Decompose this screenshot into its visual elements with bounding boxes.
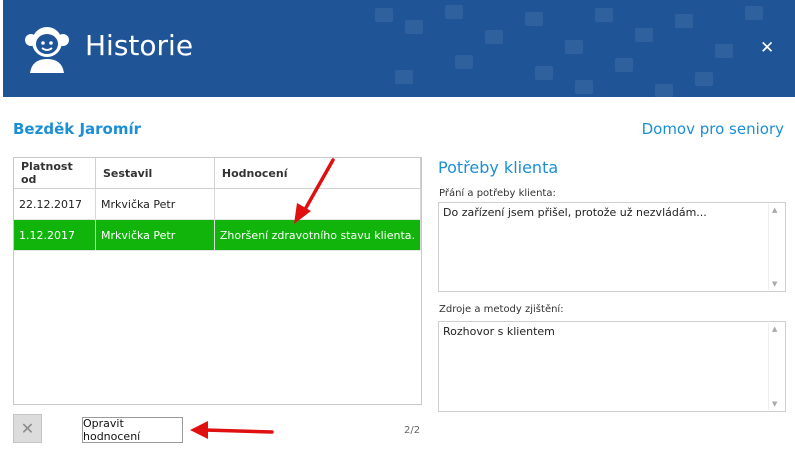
table-header-row: Platnost od Sestavil Hodnocení <box>14 158 422 189</box>
close-icon[interactable]: ✕ <box>760 38 774 58</box>
fix-evaluation-button[interactable]: Opravit hodnocení <box>82 417 183 443</box>
client-name: Bezděk Jaromír <box>13 120 142 138</box>
history-table: Platnost od Sestavil Hodnocení 22.12.201… <box>13 157 422 405</box>
cell-evaluation: Zhoršení zdravotního stavu klienta. <box>214 219 422 251</box>
sources-scrollbar[interactable]: ▲ ▼ <box>768 323 784 410</box>
cell-evaluation <box>214 188 422 220</box>
page-indicator: 2/2 <box>404 425 421 436</box>
title-bar-pattern <box>335 0 795 97</box>
wishes-value: Do zařízení jsem přišel, protože už nezv… <box>443 206 707 219</box>
column-header-sestavil[interactable]: Sestavil <box>95 158 215 189</box>
delete-button[interactable]: ✕ <box>13 414 42 443</box>
column-header-hodnoceni[interactable]: Hodnocení <box>214 158 422 189</box>
table-row-selected[interactable]: 1.12.2017 Mrkvička Petr Zhoršení zdravot… <box>14 219 422 251</box>
title-bar: Historie ✕ <box>3 0 795 97</box>
wishes-scrollbar[interactable]: ▲ ▼ <box>768 204 784 290</box>
window-title: Historie <box>85 29 194 62</box>
sources-textarea[interactable]: Rozhovor s klientem ▲ ▼ <box>438 321 786 412</box>
column-header-platnost[interactable]: Platnost od <box>14 158 96 189</box>
cell-author: Mrkvička Petr <box>95 188 215 220</box>
cell-date: 1.12.2017 <box>14 219 96 251</box>
senior-avatar-icon <box>25 27 69 73</box>
wishes-label: Přání a potřeby klienta: <box>439 188 556 199</box>
wishes-textarea[interactable]: Do zařízení jsem přišel, protože už nezv… <box>438 202 786 292</box>
table-row[interactable]: 22.12.2017 Mrkvička Petr <box>14 188 422 220</box>
sources-value: Rozhovor s klientem <box>443 325 555 338</box>
cell-date: 22.12.2017 <box>14 188 96 220</box>
annotation-arrowhead-fix <box>190 421 208 439</box>
facility-name: Domov pro seniory <box>641 120 784 138</box>
needs-section-title: Potřeby klienta <box>438 158 559 177</box>
sources-label: Zdroje a metody zjištění: <box>439 304 564 315</box>
annotation-arrow-fix <box>203 428 274 434</box>
cell-author: Mrkvička Petr <box>95 219 215 251</box>
